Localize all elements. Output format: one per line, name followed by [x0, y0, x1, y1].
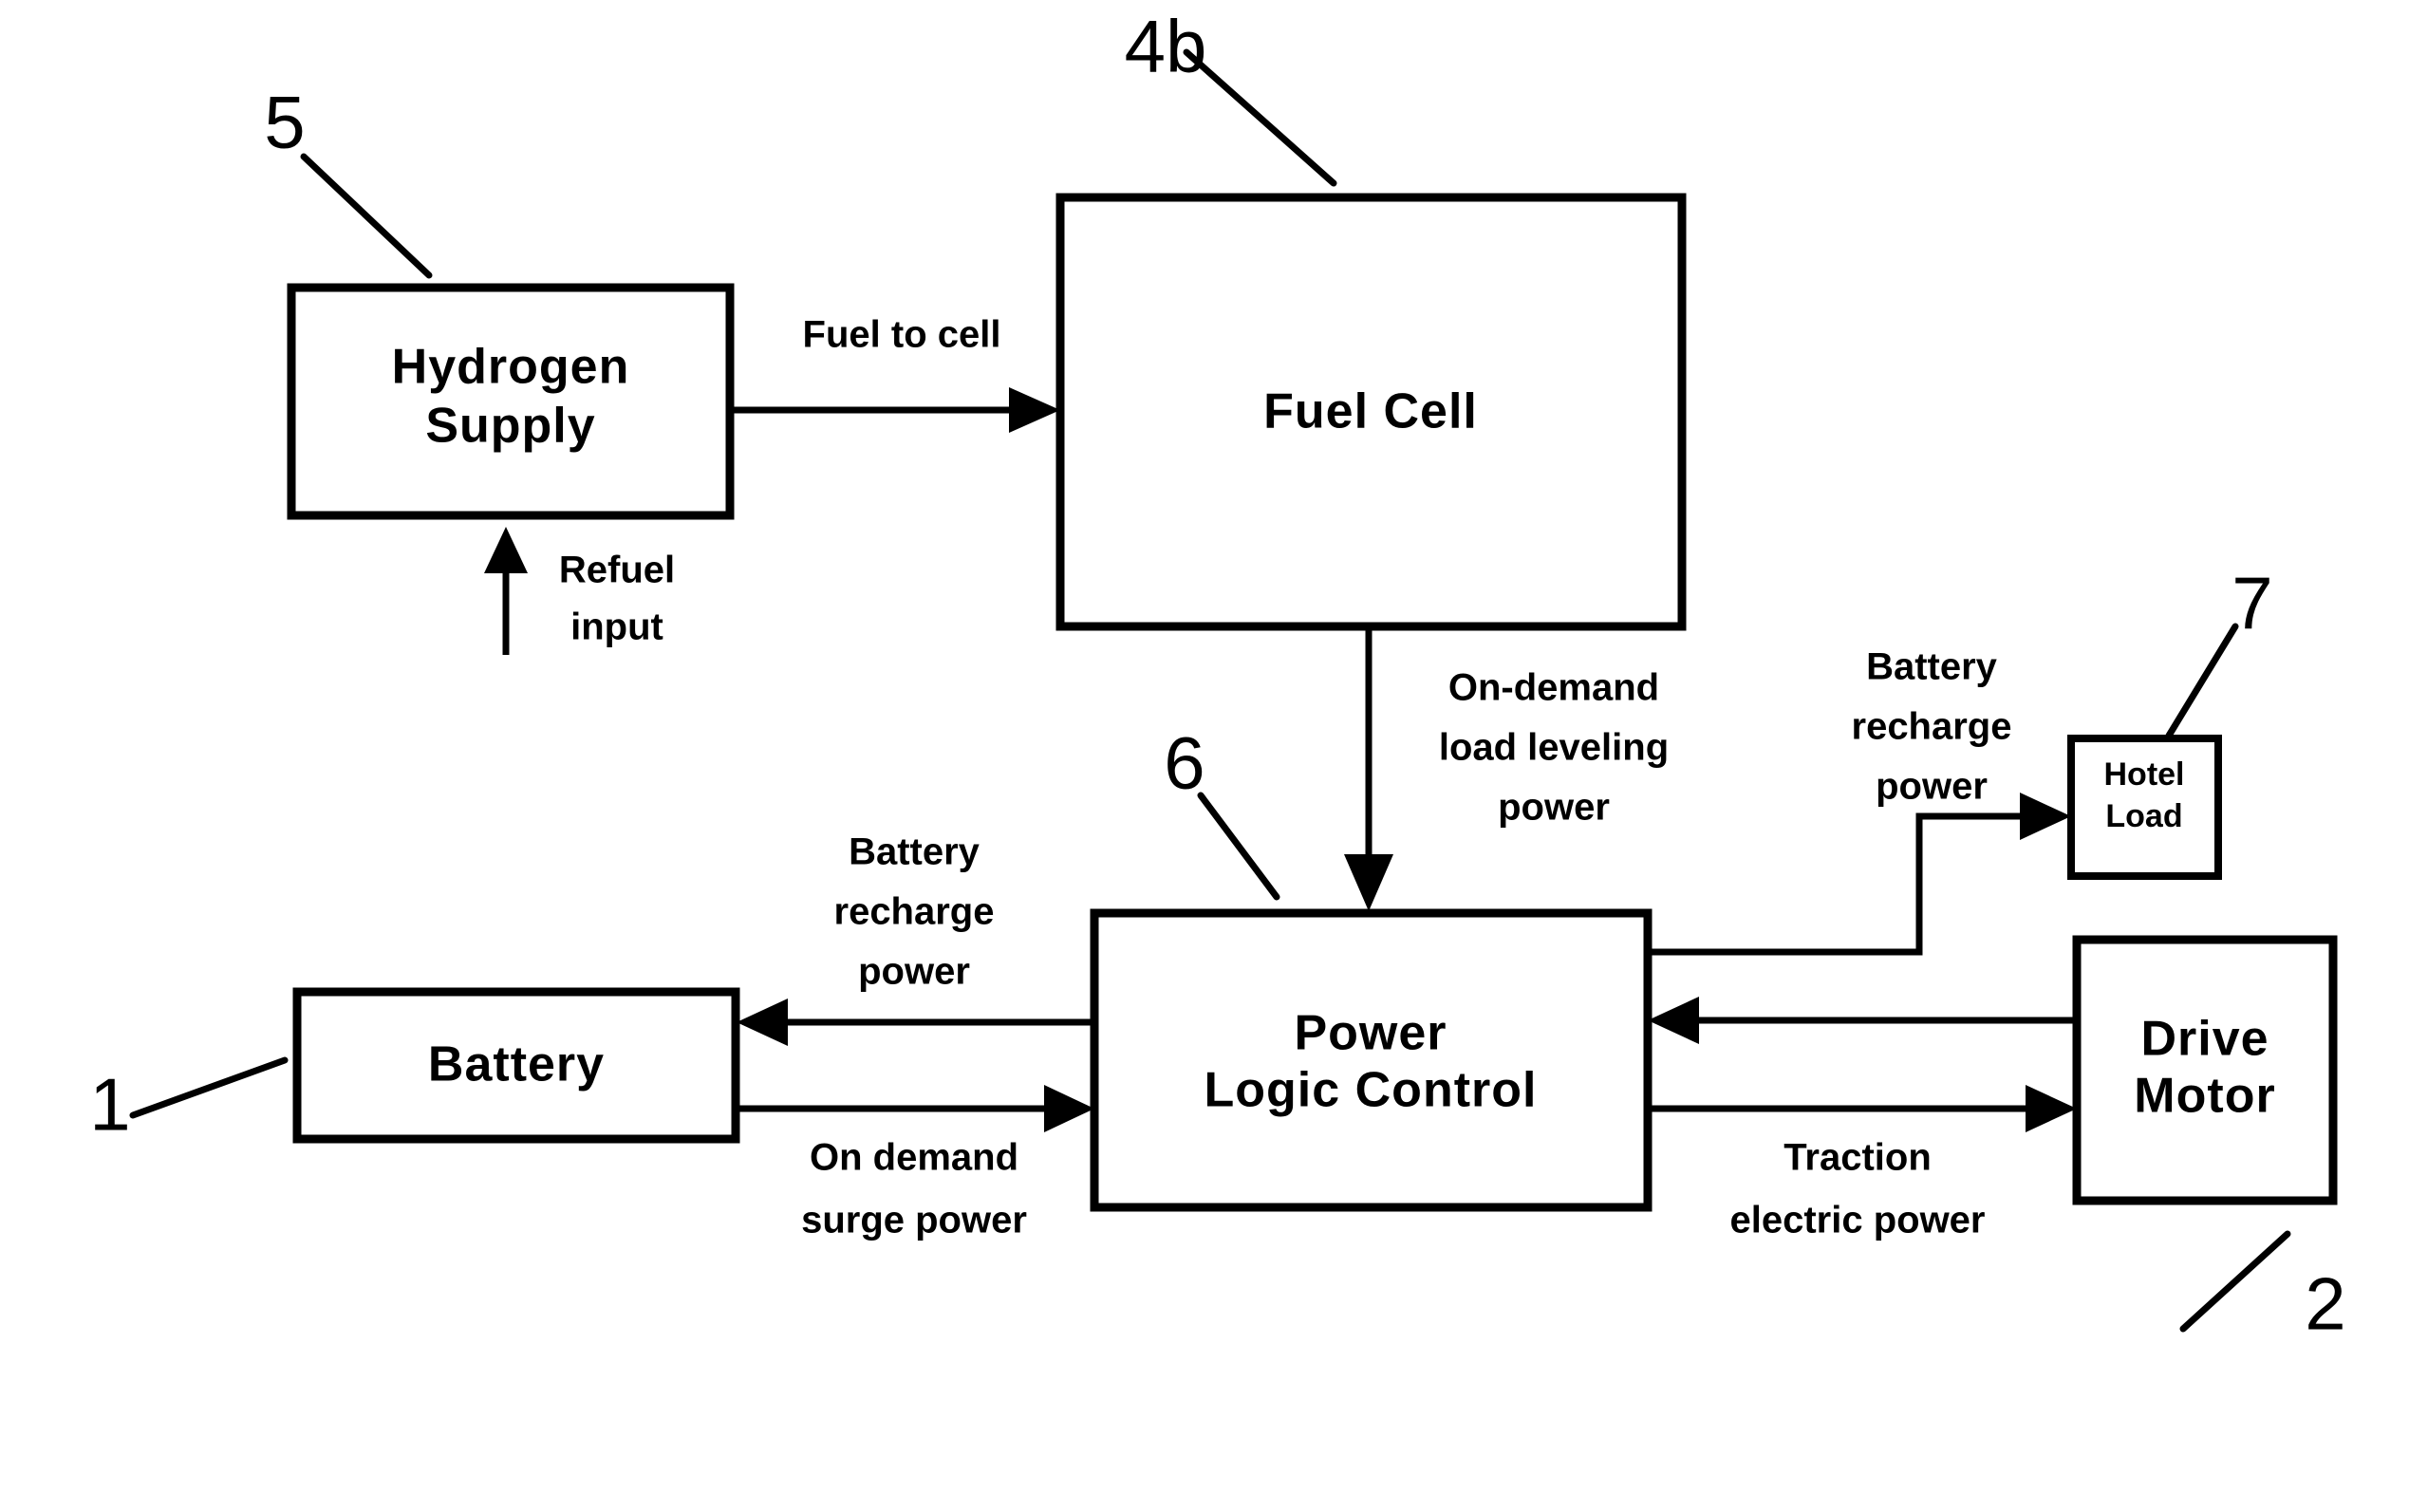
fuel-cell-label-line1: Fuel Cell [1263, 384, 1478, 439]
connector-fuel-to-cell [733, 387, 1060, 433]
reference-number-2: 2 [2305, 1262, 2345, 1346]
arrowhead-fuel-to-cell [1009, 387, 1060, 433]
leader-line-5 [300, 153, 433, 279]
hotel-load-label-line1: Hotel [2104, 756, 2185, 793]
arrowhead-traction-power [2026, 1085, 2077, 1132]
leader-line-1 [129, 1056, 289, 1119]
hydrogen-supply-label-line2: Supply [425, 399, 595, 454]
edge-label-traction-line2: electric power [1729, 1200, 1985, 1241]
edge-label-battery-recharge-line3: power [858, 951, 970, 993]
power-logic-control-label-line1: Power [1294, 1006, 1447, 1061]
edge-label-load-leveling-line1: On-demand [1448, 667, 1659, 709]
reference-number-1: 1 [89, 1063, 130, 1147]
arrowhead-battery-recharge [737, 999, 788, 1046]
connector-hotel-load-power [1650, 793, 2071, 956]
connector-on-demand-surge-power [736, 1085, 1094, 1132]
edge-label-hotel-recharge-line1: Battery [1866, 646, 1998, 688]
connector-on-demand-load-leveling-power [1344, 629, 1393, 911]
edge-label-traction-line1: Traction [1783, 1137, 1932, 1179]
drive-motor-label-line1: Drive [2140, 1012, 2269, 1067]
hydrogen-supply-label-line1: Hydrogen [392, 340, 630, 395]
connector-refuel-input [484, 527, 528, 655]
reference-number-6: 6 [1164, 721, 1204, 805]
edge-label-hotel-recharge-line3: power [1876, 766, 1988, 808]
leader-line-7 [2165, 623, 2239, 739]
leader-line-4b [1183, 48, 1337, 187]
edge-label-fuel-to-cell: Fuel to cell [803, 314, 1001, 356]
drive-motor-label-line2: Motor [2134, 1069, 2275, 1124]
arrowhead-drive-motor-feedback [1648, 997, 1699, 1044]
connector-traction-electric-power [1650, 1085, 2077, 1132]
arrowhead-refuel-input [484, 527, 528, 573]
edge-label-surge-power-line2: surge power [801, 1200, 1027, 1241]
edge-label-battery-recharge-line1: Battery [849, 831, 980, 873]
leader-line-2 [2179, 1230, 2291, 1333]
connector-battery-recharge-power [737, 999, 1092, 1046]
block-diagram-canvas: Hydrogen Supply Fuel Cell Power Logic Co… [0, 0, 2409, 1512]
edge-label-hotel-recharge-line2: recharge [1852, 706, 2012, 748]
diagram-svg: Hydrogen Supply Fuel Cell Power Logic Co… [89, 5, 2345, 1346]
arrowhead-surge-power [1044, 1085, 1094, 1132]
connector-drive-motor-to-plc [1648, 997, 2075, 1044]
reference-number-7: 7 [2232, 562, 2272, 645]
edge-label-battery-recharge-line2: recharge [834, 891, 995, 933]
edge-label-surge-power-line1: On demand [810, 1137, 1018, 1179]
edge-label-load-leveling-line3: power [1498, 787, 1610, 829]
arrowhead-load-leveling [1344, 854, 1393, 911]
leader-line-6 [1197, 792, 1280, 901]
reference-number-5: 5 [264, 81, 305, 164]
edge-label-refuel-input-line1: Refuel [559, 550, 675, 591]
hotel-load-label-line2: Load [2105, 798, 2182, 834]
edge-label-refuel-input-line2: input [570, 607, 663, 648]
battery-label-line1: Battery [428, 1037, 605, 1092]
reference-number-4b: 4b [1125, 5, 1207, 88]
power-logic-control-label-line2: Logic Control [1204, 1063, 1538, 1118]
edge-label-load-leveling-line2: load leveling [1439, 727, 1669, 769]
arrowhead-hotel-load [2020, 793, 2071, 840]
